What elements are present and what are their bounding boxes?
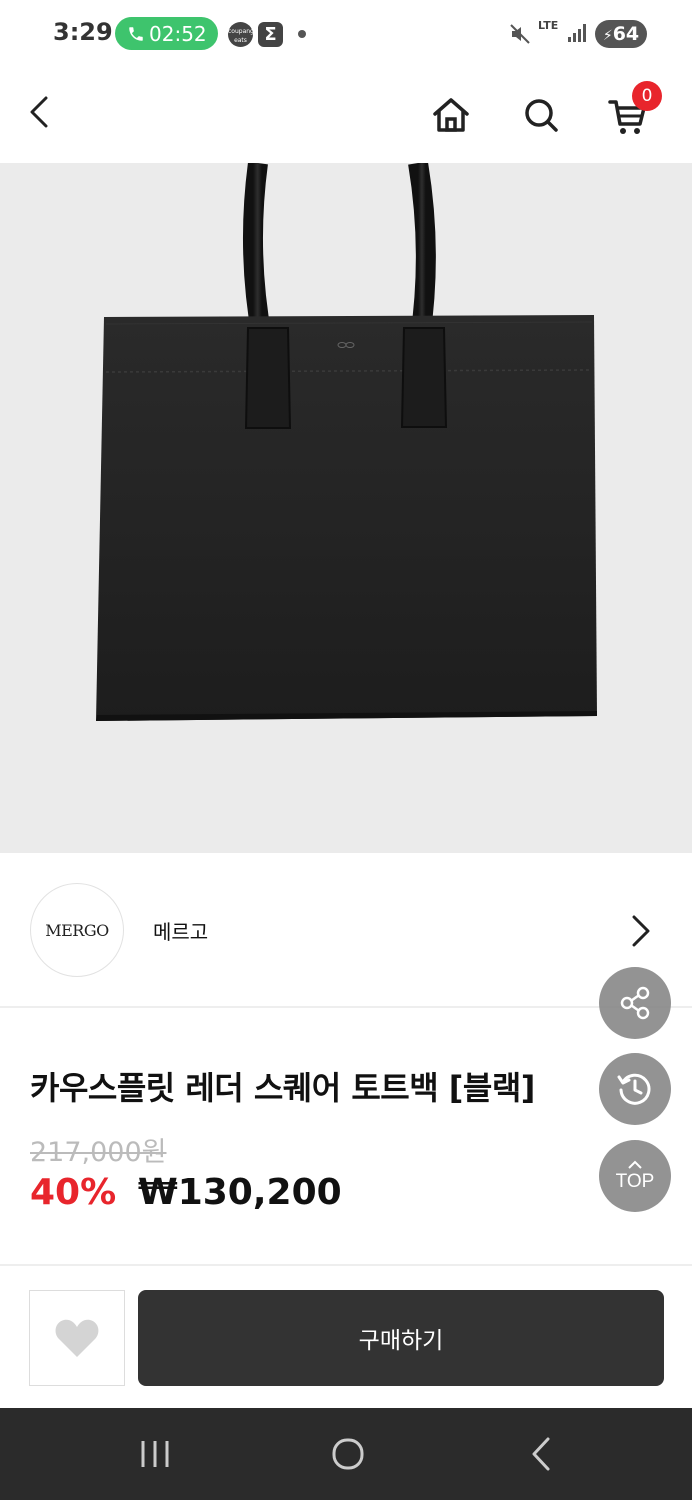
search-icon — [525, 99, 558, 132]
heart-icon — [55, 1319, 99, 1357]
product-detail-page: 3:29 02:52 coupang eats Σ LTE ⚡64 0 MERG… — [0, 0, 692, 1500]
discount-rate: 40% — [30, 1172, 117, 1213]
purchase-action-bar: 구매하기 — [0, 1264, 692, 1408]
back-nav-button[interactable] — [522, 1436, 562, 1472]
app-header — [0, 68, 692, 163]
phone-icon — [129, 26, 143, 41]
cart-count-badge: 0 — [632, 81, 662, 111]
chevron-right-icon[interactable] — [626, 911, 654, 951]
recent-history-button[interactable] — [599, 1053, 671, 1125]
eats-label: coupang eats — [228, 28, 254, 44]
share-icon — [620, 986, 650, 1020]
bolt-icon: ⚡ — [602, 28, 613, 44]
back-button[interactable] — [20, 90, 60, 134]
eats-app-icon: coupang eats — [228, 22, 254, 47]
home-nav-button[interactable] — [328, 1436, 368, 1472]
brand-row[interactable]: MERGO 메르고 — [0, 853, 692, 1008]
brand-logo-text: MERGO — [45, 920, 109, 940]
brand-name[interactable]: 메르고 — [153, 916, 208, 945]
network-type: LTE — [538, 19, 559, 32]
home-circle-icon — [332, 1438, 364, 1470]
signal-icon — [568, 24, 586, 42]
status-time: 3:29 — [53, 18, 113, 46]
sale-price: ₩130,200 — [138, 1172, 342, 1213]
chevron-left-icon — [30, 96, 48, 128]
scroll-top-button[interactable]: TOP — [599, 1140, 671, 1212]
status-bar: 3:29 02:52 coupang eats Σ LTE ⚡64 — [0, 0, 692, 68]
caret-up-icon — [628, 1160, 642, 1169]
recent-apps-icon — [141, 1441, 169, 1467]
sigma-app-icon: Σ — [258, 22, 283, 47]
product-image[interactable] — [0, 163, 692, 853]
scroll-top-label: TOP — [615, 1171, 655, 1192]
system-nav-bar — [0, 1408, 692, 1500]
recent-apps-button[interactable] — [135, 1436, 175, 1472]
battery-indicator: ⚡64 — [595, 20, 647, 48]
product-title: 카우스플릿 레더 스퀘어 토트백 [블랙] — [30, 1069, 535, 1107]
call-indicator[interactable]: 02:52 — [115, 17, 218, 50]
wishlist-button[interactable] — [29, 1290, 125, 1386]
home-button[interactable] — [428, 92, 474, 138]
share-button[interactable] — [599, 967, 671, 1039]
brand-logo[interactable]: MERGO — [30, 883, 124, 977]
history-icon — [617, 1073, 651, 1105]
back-arrow-icon — [532, 1437, 550, 1471]
original-price: 217,000원 — [30, 1137, 167, 1168]
tote-bag-image — [96, 163, 597, 721]
buy-button[interactable]: 구매하기 — [138, 1290, 664, 1386]
call-timer: 02:52 — [149, 21, 207, 46]
mute-icon — [510, 24, 530, 44]
home-icon — [433, 98, 469, 132]
battery-level: 64 — [612, 23, 640, 45]
search-button[interactable] — [518, 92, 564, 138]
notification-dot — [298, 30, 306, 38]
